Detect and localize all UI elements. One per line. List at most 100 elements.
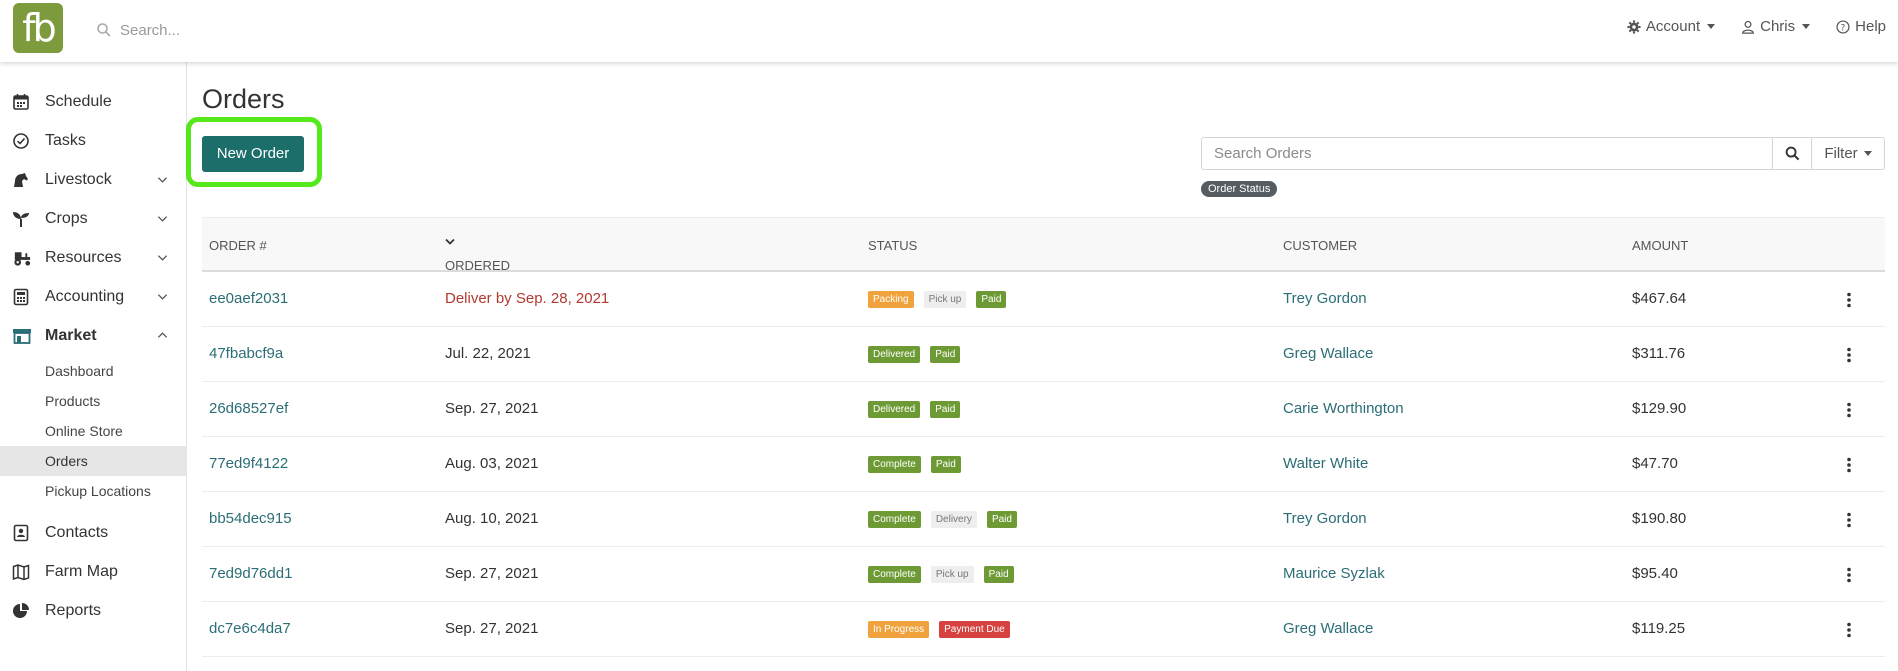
sidebar-item-resources[interactable]: Resources: [0, 238, 187, 277]
pie-chart-icon: [13, 603, 29, 618]
row-actions-menu[interactable]: [1846, 622, 1852, 638]
sidebar-subitem-pickup-locations[interactable]: Pickup Locations: [0, 476, 187, 506]
kebab-menu-icon: [1847, 457, 1851, 473]
order-id-link[interactable]: ee0aef2031: [209, 290, 288, 307]
customer-link[interactable]: Carie Worthington: [1283, 400, 1404, 417]
table-row[interactable]: 47fbabcf9a Jul. 22, 2021 Delivered Paid Greg…: [202, 327, 1885, 382]
order-date: Aug. 10, 2021: [445, 510, 539, 527]
order-amount: $129.90: [1632, 400, 1687, 417]
sidebar-subitem-label: Products: [45, 393, 101, 409]
table-row[interactable]: 26d68527ef Sep. 27, 2021 Delivered Paid Cari…: [202, 382, 1885, 437]
sidebar-item-schedule[interactable]: Schedule: [0, 82, 187, 121]
global-search[interactable]: [96, 16, 496, 44]
new-order-button[interactable]: New Order: [202, 136, 304, 172]
customer-link[interactable]: Greg Wallace: [1283, 620, 1373, 637]
account-menu[interactable]: Account: [1627, 18, 1716, 35]
customer-link[interactable]: Maurice Syzlak: [1283, 565, 1385, 582]
order-id-link[interactable]: dc7e6c4da7: [209, 620, 291, 637]
sidebar-subitem-orders[interactable]: Orders: [0, 446, 187, 476]
filter-label: Filter: [1824, 145, 1858, 162]
sidebar-item-label: Farm Map: [45, 562, 118, 580]
customer-link[interactable]: Walter White: [1283, 455, 1368, 472]
store-icon: [13, 329, 31, 344]
order-id-link[interactable]: 26d68527ef: [209, 400, 288, 417]
seedling-icon: [13, 212, 29, 227]
sidebar-item-reports[interactable]: Reports: [0, 591, 187, 630]
order-id-link[interactable]: 47fbabcf9a: [209, 345, 283, 362]
order-status: In Progress Payment Due: [868, 621, 1010, 638]
status-badge: Paid: [930, 401, 961, 418]
col-header-amount[interactable]: Amount: [1632, 238, 1688, 253]
sidebar-item-contacts[interactable]: Contacts: [0, 513, 187, 552]
status-badge: Delivery: [930, 511, 977, 528]
search-orders-input[interactable]: [1201, 137, 1773, 170]
sidebar-item-label: Crops: [45, 209, 88, 227]
sidebar-subitem-online-store[interactable]: Online Store: [0, 416, 187, 446]
order-amount: $47.70: [1632, 455, 1678, 472]
order-amount: $119.25: [1632, 620, 1686, 637]
order-amount: $467.64: [1632, 290, 1687, 307]
global-search-input[interactable]: [120, 21, 480, 39]
table-row[interactable]: ee0aef2031 Deliver by Sep. 28, 2021 Packin…: [202, 272, 1885, 327]
order-id-link[interactable]: 7ed9d76dd1: [209, 565, 292, 582]
status-badge: Paid: [976, 291, 1007, 308]
kebab-menu-icon: [1847, 567, 1851, 583]
sidebar-item-label: Livestock: [45, 170, 112, 188]
col-header-ordered[interactable]: Ordered: [445, 238, 510, 273]
table-row[interactable]: bb54dec915 Aug. 10, 2021 Complete Delivery P…: [202, 492, 1885, 547]
customer-link[interactable]: Trey Gordon: [1283, 290, 1367, 307]
sidebar-item-crops[interactable]: Crops: [0, 199, 187, 238]
order-id-link[interactable]: 77ed9f4122: [209, 455, 288, 472]
caret-down-icon: [1802, 24, 1811, 29]
kebab-menu-icon: [1847, 292, 1851, 308]
order-status-chip[interactable]: Order Status: [1201, 181, 1278, 197]
row-actions-menu[interactable]: [1846, 292, 1852, 308]
order-status: Packing Pick up Paid: [868, 291, 1007, 308]
table-row[interactable]: 7ed9d76dd1 Sep. 27, 2021 Complete Pick up Pa…: [202, 547, 1885, 602]
sidebar-subitem-products[interactable]: Products: [0, 386, 187, 416]
sidebar-item-tasks[interactable]: Tasks: [0, 121, 187, 160]
chevron-down-icon: [157, 216, 168, 222]
row-actions-menu[interactable]: [1846, 512, 1852, 528]
col-header-customer[interactable]: Customer: [1283, 238, 1357, 253]
map-icon: [12, 564, 30, 581]
sidebar-item-accounting[interactable]: Accounting: [0, 277, 187, 316]
row-actions-menu[interactable]: [1846, 457, 1852, 473]
status-badge: In Progress: [868, 621, 930, 638]
table-row[interactable]: 77ed9f4122 Aug. 03, 2021 Complete Paid Walte…: [202, 437, 1885, 492]
sidebar-item-label: Reports: [45, 601, 102, 619]
kebab-menu-icon: [1847, 622, 1851, 638]
order-amount: $95.40: [1632, 565, 1678, 582]
chevron-up-icon: [157, 332, 168, 338]
help-link[interactable]: ? Help: [1836, 18, 1886, 35]
status-badge: Complete: [868, 511, 921, 528]
order-id-link[interactable]: bb54dec915: [209, 510, 292, 527]
row-actions-menu[interactable]: [1846, 402, 1852, 418]
sidebar-item-farm-map[interactable]: Farm Map: [0, 552, 187, 591]
order-amount: $311.76: [1632, 345, 1686, 362]
sidebar-subitem-dashboard[interactable]: Dashboard: [0, 356, 187, 386]
customer-link[interactable]: Greg Wallace: [1283, 345, 1373, 362]
row-actions-menu[interactable]: [1846, 347, 1852, 363]
status-badge: Delivered: [868, 346, 921, 363]
search-orders-button[interactable]: [1772, 137, 1812, 170]
check-circle-icon: [13, 133, 29, 149]
user-menu[interactable]: Chris: [1741, 18, 1811, 35]
row-actions-menu[interactable]: [1846, 567, 1852, 583]
customer-link[interactable]: Trey Gordon: [1283, 510, 1367, 527]
account-label: Account: [1645, 18, 1701, 35]
table-row[interactable]: dc7e6c4da7 Sep. 27, 2021 In Progress Paymen…: [202, 602, 1885, 657]
help-icon: ?: [1836, 19, 1850, 34]
sidebar-item-market[interactable]: Market: [0, 316, 187, 355]
col-header-ordered-label: Ordered: [445, 258, 511, 273]
filter-button[interactable]: Filter: [1811, 137, 1885, 170]
order-date: Jul. 22, 2021: [445, 345, 531, 362]
sidebar-item-livestock[interactable]: Livestock: [0, 160, 187, 199]
app-logo[interactable]: fb: [13, 3, 63, 53]
col-header-order[interactable]: Order #: [209, 238, 267, 253]
kebab-menu-icon: [1847, 347, 1851, 363]
status-badge: Complete: [868, 456, 921, 473]
sidebar-subitem-label: Online Store: [45, 423, 123, 439]
page-title: Orders: [202, 84, 285, 114]
search-icon: [1785, 146, 1799, 161]
